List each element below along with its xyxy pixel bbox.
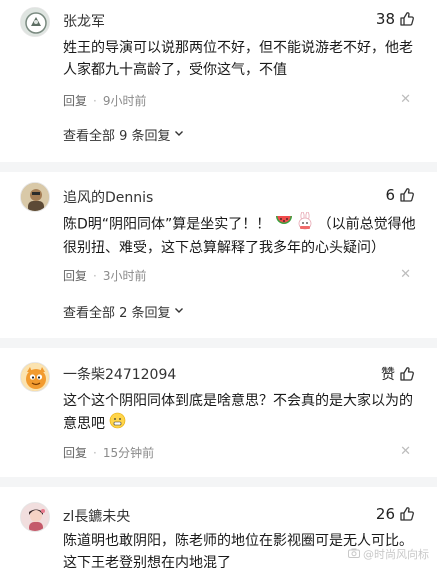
comment-meta: 回复 · 9小时前 bbox=[63, 92, 146, 109]
reply-button[interactable]: 回复 bbox=[63, 267, 87, 284]
thumbs-up-icon[interactable] bbox=[399, 187, 415, 203]
close-icon[interactable]: ✕ bbox=[400, 267, 411, 282]
avatar[interactable] bbox=[20, 182, 50, 212]
like-count[interactable]: 6 bbox=[385, 186, 415, 204]
comment-text: 这个这个阴阳同体到底是啥意思？不会真的是大家以为的意思吧 bbox=[63, 390, 425, 436]
chevron-down-icon bbox=[173, 304, 185, 320]
timestamp: 9小时前 bbox=[102, 94, 147, 108]
avatar[interactable] bbox=[20, 502, 50, 532]
view-all-replies-link[interactable]: 查看全部 9 条回复 bbox=[63, 125, 185, 144]
separator-dot: · bbox=[93, 268, 97, 283]
avatar[interactable] bbox=[20, 7, 50, 37]
reply-button[interactable]: 回复 bbox=[63, 92, 87, 109]
like-button[interactable]: 赞 bbox=[381, 364, 415, 384]
close-icon[interactable]: ✕ bbox=[400, 92, 411, 107]
timestamp: 3小时前 bbox=[102, 269, 147, 283]
username[interactable]: zl長鑣未央 bbox=[63, 506, 130, 526]
separator-dot: · bbox=[93, 93, 97, 108]
chevron-down-icon bbox=[173, 127, 185, 143]
username[interactable]: 追风的Dennis bbox=[63, 187, 153, 207]
username[interactable]: 张龙军 bbox=[63, 11, 105, 31]
comment-meta: 回复 · 3小时前 bbox=[63, 267, 146, 284]
section-divider bbox=[0, 338, 437, 348]
comment-text: 姓王的导演可以说那两位不好，但不能说游老不好，他老人家都九十高龄了，受你这气，不… bbox=[63, 40, 413, 78]
comment-text: 陈D明“阴阳同体”算是坐实了！！ （以前总觉得他很别扭、难受，这下总算解释了我多… bbox=[63, 211, 425, 259]
timestamp: 15分钟前 bbox=[102, 446, 155, 460]
username[interactable]: 一条柴24712094 bbox=[63, 364, 176, 384]
close-icon[interactable]: ✕ bbox=[400, 444, 411, 459]
separator-dot: · bbox=[93, 445, 97, 460]
view-all-replies-link[interactable]: 查看全部 2 条回复 bbox=[63, 302, 185, 321]
avatar[interactable] bbox=[20, 362, 50, 392]
thumbs-up-icon[interactable] bbox=[399, 11, 415, 27]
like-count[interactable]: 38 bbox=[376, 10, 415, 28]
thumbs-up-icon[interactable] bbox=[399, 366, 415, 382]
thumbs-up-icon[interactable] bbox=[399, 506, 415, 522]
grimace-emoji-icon bbox=[109, 412, 126, 436]
watermelon-emoji-icon bbox=[275, 213, 293, 236]
section-divider bbox=[0, 477, 437, 487]
watermark: @时尚风向标 bbox=[348, 546, 429, 562]
camera-icon bbox=[348, 548, 360, 561]
section-divider bbox=[0, 162, 437, 172]
comment-meta: 回复 · 15分钟前 bbox=[63, 444, 154, 461]
rabbit-emoji-icon bbox=[297, 211, 313, 237]
like-count[interactable]: 26 bbox=[376, 505, 415, 523]
reply-button[interactable]: 回复 bbox=[63, 444, 87, 461]
